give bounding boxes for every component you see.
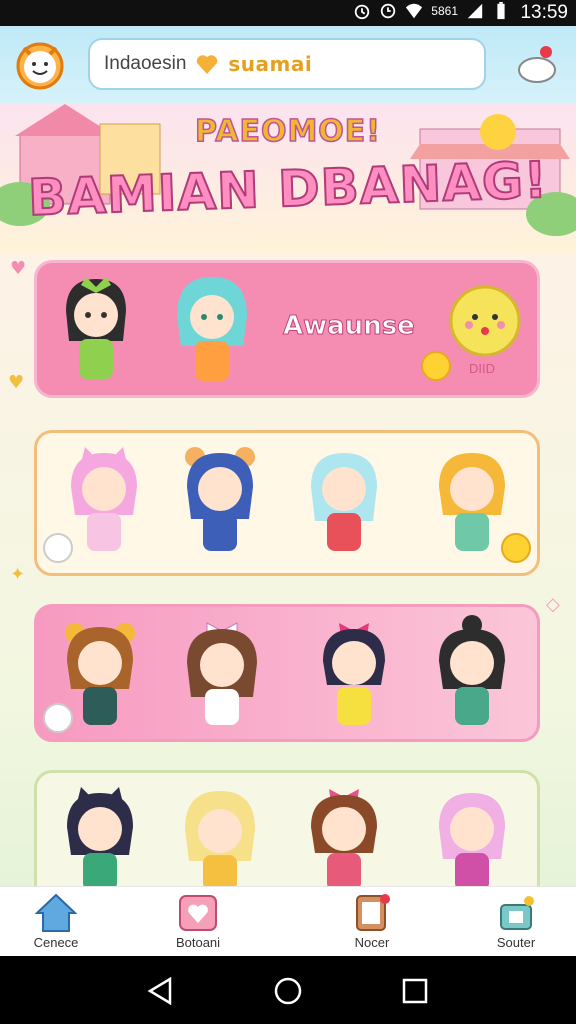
nav-label: Cenece [33, 935, 79, 950]
app-logo-icon[interactable] [12, 36, 68, 92]
hero-banner: PAEOMOE! BAMIAN DBANAG! [0, 104, 576, 254]
character-chibi[interactable] [309, 615, 399, 735]
card-title: Awaunse [283, 311, 416, 342]
star-decoration: ✦ [10, 564, 26, 585]
nav-label: Souter [496, 935, 536, 950]
heart-decoration: ♥ [10, 258, 27, 279]
recents-icon[interactable] [400, 976, 430, 1006]
star-decoration: ◇ [546, 594, 560, 615]
heart-decoration: ♥ [534, 254, 550, 259]
system-nav-bar [0, 956, 576, 1024]
home-circle-icon[interactable] [273, 976, 303, 1006]
character-chibi[interactable] [427, 781, 517, 886]
network-label: 5861 [431, 4, 458, 18]
notification-icon[interactable] [512, 38, 562, 88]
character-chibi[interactable] [59, 441, 149, 561]
status-bar: 5861 13:59 [0, 0, 576, 26]
character-card[interactable] [34, 770, 540, 886]
character-card-featured[interactable]: Awaunse DIID [34, 260, 540, 398]
nav-item-favorites[interactable]: Botoani [148, 893, 248, 950]
character-card[interactable] [34, 604, 540, 742]
face-badge-icon [43, 703, 73, 733]
character-chibi[interactable] [175, 781, 265, 886]
wifi-icon [406, 3, 423, 19]
character-chibi[interactable] [175, 441, 265, 561]
search-placeholder: Indaoesin [104, 53, 187, 74]
bottom-nav: Cenece Botoani Nocer Souter [0, 886, 576, 957]
mascot-face-icon [449, 285, 521, 357]
character-chibi[interactable] [427, 615, 517, 735]
list-tablet-icon [356, 894, 390, 931]
clock-time: 13:59 [520, 2, 568, 23]
search-brand: suamai [228, 52, 313, 76]
coin-icon [501, 533, 531, 563]
shop-icon [500, 896, 534, 930]
nav-item-notes[interactable]: Nocer [322, 893, 422, 950]
heart-box-icon [179, 895, 217, 931]
battery-icon [497, 2, 505, 20]
nav-item-home[interactable]: Cenece [6, 893, 106, 950]
nav-label: Nocer [354, 935, 390, 950]
coin-icon [421, 351, 451, 381]
alarm-icon [355, 4, 370, 20]
face-badge-icon [43, 533, 73, 563]
star-decoration: ♥ [8, 372, 25, 393]
character-card[interactable] [34, 430, 540, 576]
home-icon [35, 893, 77, 932]
character-chibi[interactable] [51, 271, 141, 391]
character-chibi[interactable] [299, 441, 389, 561]
card-subtitle: DIID [469, 361, 495, 376]
clock-icon [381, 3, 396, 19]
back-icon[interactable] [146, 976, 176, 1006]
heart-icon [197, 55, 218, 74]
welcome-heading: PAEOMOE! [194, 113, 381, 150]
character-chibi[interactable] [299, 781, 389, 886]
search-bar[interactable]: Indaoesin suamai [88, 38, 486, 90]
nav-label: Botoani [175, 935, 221, 950]
character-list: ♥ ♥ ♥ ✦ ◇ Awaunse DIID [0, 254, 576, 886]
signal-icon [467, 3, 483, 19]
character-chibi[interactable] [167, 271, 257, 391]
character-chibi[interactable] [55, 781, 145, 886]
nav-item-shop[interactable]: Souter [466, 893, 566, 950]
character-chibi[interactable] [177, 615, 267, 735]
app-header: Indaoesin suamai [0, 26, 576, 104]
